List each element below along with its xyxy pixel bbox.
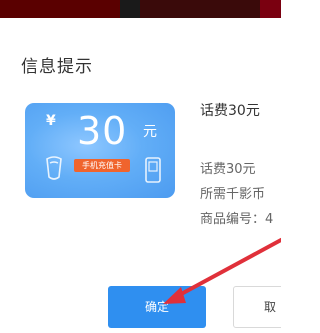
product-title: 话费30元 (200, 103, 260, 119)
product-price-label: 所需千影币 (200, 187, 266, 202)
phone-icon (46, 156, 62, 180)
confirm-button[interactable]: 确定 (108, 286, 206, 328)
screen: 信息提示 ¥ 30 元 手机充值卡 话费30元 话费30元 所需千影币 商品编号… (0, 0, 281, 333)
card-amount: 30 (77, 109, 128, 153)
product-id: 商品编号：4 (200, 212, 274, 227)
cancel-button[interactable]: 取 (233, 286, 281, 328)
dialog-title: 信息提示 (21, 57, 93, 77)
product-name: 话费30元 (200, 162, 256, 177)
game-background-strip (0, 0, 281, 18)
recharge-card-image: ¥ 30 元 手机充值卡 (25, 103, 175, 198)
mobile-phone-icon (145, 157, 161, 183)
card-tag: 手机充值卡 (74, 159, 130, 172)
card-unit: 元 (143, 124, 157, 140)
currency-symbol: ¥ (46, 113, 56, 129)
